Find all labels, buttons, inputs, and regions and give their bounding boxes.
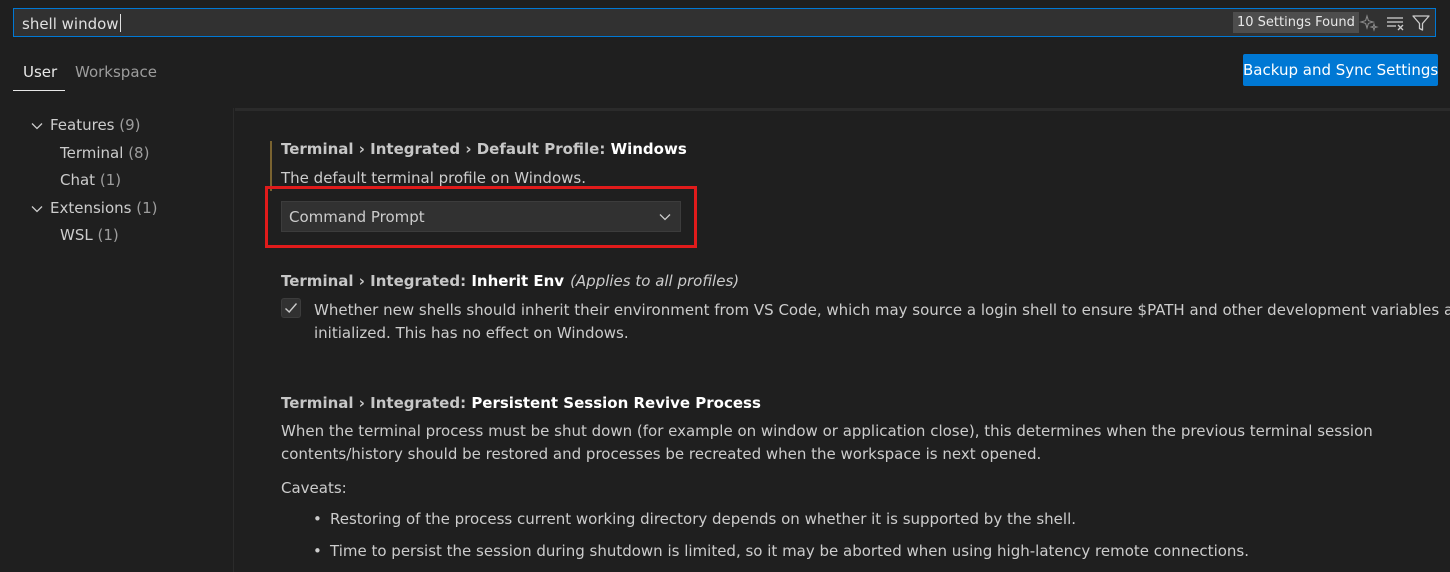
- setting-description: When the terminal process must be shut d…: [281, 420, 1373, 466]
- setting-name: Persistent Session Revive Process: [471, 394, 761, 412]
- toc-sash[interactable]: [233, 108, 234, 572]
- toc-label: Extensions: [50, 199, 132, 217]
- toc-item-wsl[interactable]: WSL (1): [60, 226, 119, 244]
- description-line: Whether new shells should inherit their …: [314, 301, 1450, 319]
- setting-title-persistent-session: Terminal › Integrated: Persistent Sessio…: [281, 394, 761, 412]
- setting-name: Inherit Env: [471, 272, 565, 290]
- toc-count: (1): [136, 199, 158, 217]
- toc-item-features[interactable]: Features (9): [50, 116, 141, 134]
- toc-item-chat[interactable]: Chat (1): [60, 171, 121, 189]
- chevron-down-icon[interactable]: [30, 202, 44, 216]
- chevron-down-icon[interactable]: [30, 119, 44, 133]
- inherit-env-checkbox[interactable]: [281, 298, 301, 318]
- toc-item-extensions[interactable]: Extensions (1): [50, 199, 157, 217]
- clear-filter-icon[interactable]: [1385, 13, 1405, 33]
- setting-title-default-profile: Terminal › Integrated › Default Profile:…: [281, 140, 687, 158]
- settings-search-input[interactable]: shell window 10 Settings Found: [13, 8, 1436, 37]
- modified-indicator: [270, 141, 272, 191]
- setting-name: Windows: [610, 140, 687, 158]
- list-item: Time to persist the session during shutd…: [313, 542, 1249, 560]
- toc-count: (8): [128, 144, 150, 162]
- tab-user[interactable]: User: [23, 63, 57, 81]
- toc-count: (9): [119, 116, 141, 134]
- setting-title-inherit-env: Terminal › Integrated: Inherit Env (Appli…: [281, 272, 739, 290]
- list-item: Restoring of the process current working…: [313, 510, 1076, 528]
- search-query[interactable]: shell window: [22, 14, 121, 33]
- toc-label: Terminal: [60, 144, 124, 162]
- setting-category: Terminal › Integrated:: [281, 394, 472, 412]
- backup-sync-button[interactable]: Backup and Sync Settings: [1243, 54, 1438, 86]
- active-tab-indicator: [13, 90, 65, 91]
- toc-label: WSL: [60, 226, 93, 244]
- filter-icon[interactable]: [1411, 13, 1431, 33]
- toc-label: Chat: [60, 171, 96, 189]
- settings-count-badge: 10 Settings Found: [1233, 12, 1359, 33]
- setting-category: Terminal › Integrated:: [281, 272, 472, 290]
- caveats-label: Caveats:: [281, 479, 347, 497]
- toc-item-terminal[interactable]: Terminal (8): [60, 144, 149, 162]
- toc-label: Features: [50, 116, 115, 134]
- setting-scope-note: (Applies to all profiles): [570, 272, 740, 290]
- sparkle-icon[interactable]: [1359, 13, 1379, 33]
- toc-count: (1): [97, 226, 119, 244]
- check-icon: [285, 303, 298, 314]
- header-divider: [235, 108, 1450, 111]
- setting-description: Whether new shells should inherit their …: [314, 299, 1450, 345]
- setting-category: Terminal › Integrated › Default Profile:: [281, 140, 611, 158]
- description-line: When the terminal process must be shut d…: [281, 422, 1373, 440]
- description-line: contents/history should be restored and …: [281, 445, 1042, 463]
- description-line: initialized. This has no effect on Windo…: [314, 324, 629, 342]
- toc-count: (1): [99, 171, 122, 189]
- highlight-annotation-box: [265, 186, 697, 248]
- tab-workspace[interactable]: Workspace: [75, 63, 157, 81]
